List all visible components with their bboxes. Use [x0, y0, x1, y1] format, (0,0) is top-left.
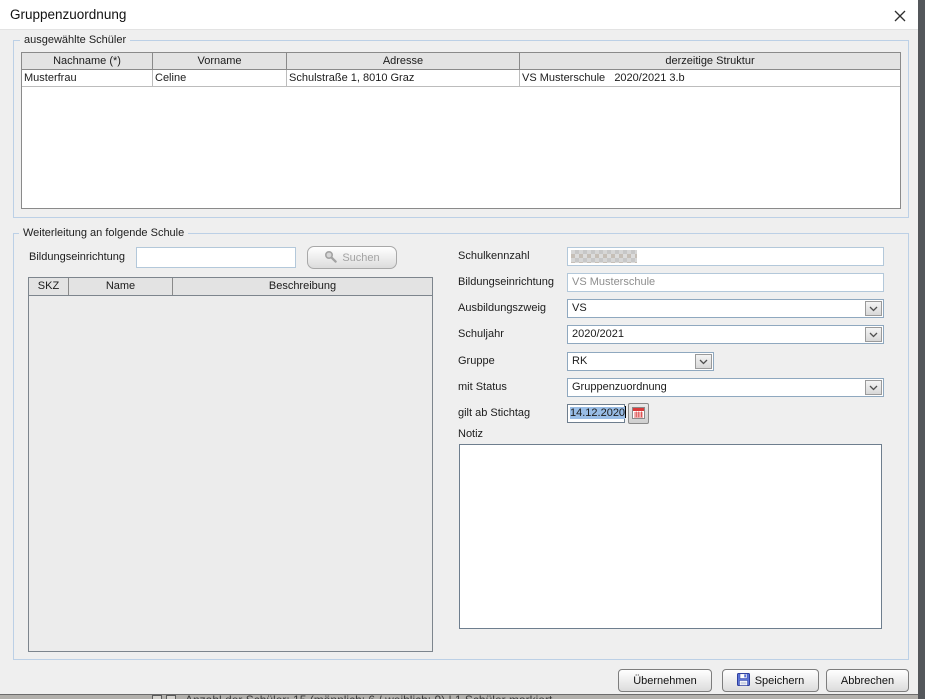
bildungseinrichtung-label: Bildungseinrichtung: [458, 273, 554, 292]
schulkennzahl-field[interactable]: [567, 247, 884, 266]
gruppe-select[interactable]: RK: [567, 352, 714, 371]
schuljahr-label: Schuljahr: [458, 325, 504, 344]
background-status-text: Anzahl der Schüler: 15 (männlich: 6 / we…: [185, 694, 552, 699]
ausbildungszweig-label: Ausbildungszweig: [458, 299, 546, 318]
selected-students-table: Nachname (*) Vorname Adresse derzeitige …: [21, 52, 901, 209]
selected-date-text: 14.12.2020: [570, 407, 625, 419]
cell-struktur: VS Musterschule 2020/2021 3.b: [520, 70, 900, 86]
speichern-button[interactable]: Speichern: [722, 669, 819, 692]
mit-status-label: mit Status: [458, 378, 507, 397]
titlebar: Gruppenzuordnung: [0, 0, 918, 30]
notiz-label: Notiz: [458, 428, 483, 440]
abbrechen-button[interactable]: Abbrechen: [826, 669, 909, 692]
background-fragment: [152, 695, 162, 699]
column-header-nachname[interactable]: Nachname (*): [22, 53, 153, 69]
suchen-button-label: Suchen: [342, 252, 379, 264]
selected-students-groupbox-legend: ausgewählte Schüler: [20, 34, 130, 46]
uebernehmen-button-label: Übernehmen: [633, 675, 697, 687]
chevron-down-icon[interactable]: [865, 380, 882, 395]
speichern-button-label: Speichern: [755, 675, 805, 687]
column-header-struktur[interactable]: derzeitige Struktur: [520, 53, 900, 69]
close-icon[interactable]: [891, 8, 909, 24]
search-icon: [324, 250, 337, 266]
schulkennzahl-label: Schulkennzahl: [458, 247, 530, 266]
schuljahr-select[interactable]: 2020/2021: [567, 325, 884, 344]
column-header-adresse[interactable]: Adresse: [287, 53, 520, 69]
cell-vorname: Celine: [153, 70, 287, 86]
background-fragment: [166, 695, 176, 699]
dialog-title: Gruppenzuordnung: [10, 0, 126, 30]
cell-nachname: Musterfrau: [22, 70, 153, 86]
forwarding-groupbox-legend: Weiterleitung an folgende Schule: [19, 227, 188, 239]
table-row[interactable]: Musterfrau Celine Schulstraße 1, 8010 Gr…: [22, 70, 900, 87]
bildungseinrichtung-field[interactable]: VS Musterschule: [567, 273, 884, 292]
column-header-skz[interactable]: SKZ: [29, 278, 69, 295]
background-window-edge: [918, 0, 925, 699]
table-empty-area: [22, 87, 900, 209]
chevron-down-icon[interactable]: [695, 354, 712, 369]
abbrechen-button-label: Abbrechen: [841, 675, 894, 687]
gruppe-label: Gruppe: [458, 352, 495, 371]
chevron-down-icon[interactable]: [865, 327, 882, 342]
gruppe-value: RK: [572, 353, 587, 370]
mit-status-value: Gruppenzuordnung: [572, 379, 667, 396]
ausbildungszweig-value: VS: [572, 300, 587, 317]
cell-adresse: Schulstraße 1, 8010 Graz: [287, 70, 520, 86]
calendar-icon: [632, 406, 645, 422]
school-results-empty-area: [29, 296, 432, 652]
selected-students-table-header: Nachname (*) Vorname Adresse derzeitige …: [22, 53, 900, 70]
save-icon: [737, 673, 750, 689]
screen: Anzahl der Schüler: 15 (männlich: 6 / we…: [0, 0, 925, 699]
column-header-beschreibung[interactable]: Beschreibung: [173, 278, 432, 295]
column-header-vorname[interactable]: Vorname: [153, 53, 287, 69]
calendar-button[interactable]: [628, 403, 649, 424]
bildungseinrichtung-search-label: Bildungseinrichtung: [29, 247, 125, 268]
school-results-table: SKZ Name Beschreibung: [28, 277, 433, 652]
uebernehmen-button[interactable]: Übernehmen: [618, 669, 712, 692]
stichtag-input[interactable]: 14.12.2020: [567, 404, 625, 423]
mit-status-select[interactable]: Gruppenzuordnung: [567, 378, 884, 397]
suchen-button[interactable]: Suchen: [307, 246, 397, 269]
schuljahr-value: 2020/2021: [572, 326, 624, 343]
notiz-textarea[interactable]: [459, 444, 882, 629]
bildungseinrichtung-search-input[interactable]: [136, 247, 296, 268]
chevron-down-icon[interactable]: [865, 301, 882, 316]
stichtag-label: gilt ab Stichtag: [458, 404, 530, 423]
column-header-name[interactable]: Name: [69, 278, 173, 295]
ausbildungszweig-select[interactable]: VS: [567, 299, 884, 318]
redacted-value: [571, 250, 637, 263]
gruppenzuordnung-dialog: Gruppenzuordnung ausgewählte Schüler Nac…: [0, 0, 918, 694]
text-caret: [625, 406, 626, 418]
school-results-table-header: SKZ Name Beschreibung: [29, 278, 432, 296]
